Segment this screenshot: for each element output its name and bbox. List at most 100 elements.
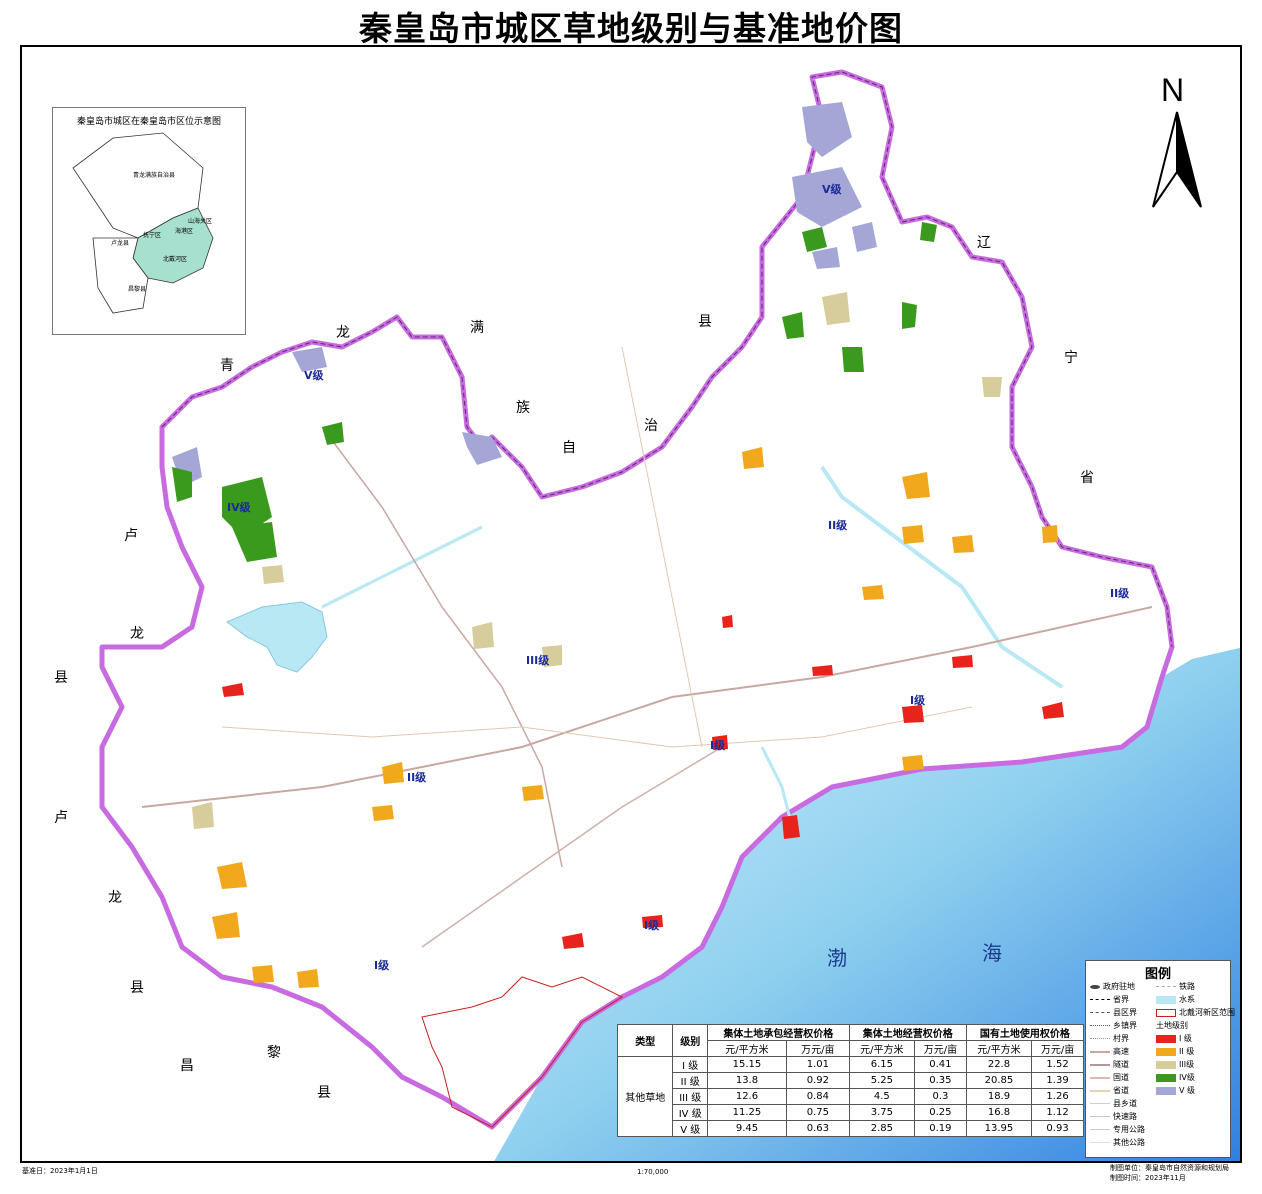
value-cell: 0.25 xyxy=(914,1104,967,1121)
value-cell: 18.9 xyxy=(965,1088,1033,1105)
place-label: 治 xyxy=(644,418,658,434)
place-label: 县 xyxy=(317,1085,331,1101)
value-cell: 1.26 xyxy=(1031,1088,1084,1105)
place-label: 宁 xyxy=(1064,350,1078,366)
inset-label: 海港区 xyxy=(175,228,194,235)
grade-label: III级 xyxy=(526,654,550,667)
place-label: 县 xyxy=(130,980,144,996)
inset-label: 北戴河区 xyxy=(163,256,188,263)
grade-cell: IV 级 xyxy=(672,1104,708,1121)
table-row: IV 级 11.25 0.75 3.75 0.25 16.8 1.12 xyxy=(618,1104,1084,1121)
grade-cell: I 级 xyxy=(672,1056,708,1073)
map-date: 制图时间：2023年11月 xyxy=(1110,1174,1186,1182)
legend-item: 乡镇界 xyxy=(1090,1020,1137,1032)
value-cell: 1.12 xyxy=(1031,1104,1084,1121)
value-cell: 0.19 xyxy=(914,1120,967,1137)
value-cell: 22.8 xyxy=(965,1056,1033,1073)
base-date: 基准日：2023年1月1日 xyxy=(22,1167,98,1175)
place-label: 昌 xyxy=(180,1058,194,1074)
legend-item: III级 xyxy=(1156,1059,1194,1071)
legend-item: 县乡道 xyxy=(1090,1098,1137,1110)
table-row: III 级 12.6 0.84 4.5 0.3 18.9 1.26 xyxy=(618,1088,1084,1105)
value-cell: 1.52 xyxy=(1031,1056,1084,1073)
inset-label: 山海关区 xyxy=(188,218,213,225)
map-frame: 秦皇岛市城区在秦皇岛市区位示意图 青龙满族自治县 抚宁区 海港区 卢龙县 北戴河… xyxy=(20,45,1242,1163)
place-label: 县 xyxy=(54,670,68,686)
grade-label: II级 xyxy=(1110,587,1130,600)
table-row: V 级 9.45 0.63 2.85 0.19 13.95 0.93 xyxy=(618,1120,1084,1137)
place-label: 省 xyxy=(1080,470,1094,486)
unit-header: 万元/亩 xyxy=(1031,1040,1084,1057)
inset-label: 抚宁区 xyxy=(143,232,162,239)
table-header: 集体土地承包经营权价格 xyxy=(706,1024,850,1041)
grade-label: V级 xyxy=(822,183,842,196)
value-cell: 1.39 xyxy=(1031,1072,1084,1089)
unit-header: 元/平方米 xyxy=(848,1040,916,1057)
map-title: 秦皇岛市城区草地级别与基准地价图 xyxy=(359,9,903,48)
map-scale: 1:70,000 xyxy=(637,1168,669,1176)
legend-item: 快速路 xyxy=(1090,1111,1137,1123)
value-cell: 6.15 xyxy=(848,1056,916,1073)
unit-header: 元/平方米 xyxy=(965,1040,1033,1057)
legend-item: 北戴河新区范围 xyxy=(1156,1007,1235,1019)
inset-map-shape xyxy=(72,132,214,314)
place-label: 龙 xyxy=(130,626,144,642)
value-cell: 0.35 xyxy=(914,1072,967,1089)
grade-label: I级 xyxy=(644,919,660,932)
legend-item: 村界 xyxy=(1090,1033,1129,1045)
legend-item: II 级 xyxy=(1156,1046,1194,1058)
grade-cell: V 级 xyxy=(672,1120,708,1137)
grade-label: I级 xyxy=(374,959,390,972)
location-inset-map: 秦皇岛市城区在秦皇岛市区位示意图 青龙满族自治县 抚宁区 海港区 卢龙县 北戴河… xyxy=(52,107,246,335)
legend-item: 专用公路 xyxy=(1090,1124,1145,1136)
legend-item: IV级 xyxy=(1156,1072,1195,1084)
grade-label: II级 xyxy=(407,771,427,784)
place-label: 龙 xyxy=(336,325,350,341)
table-row: 其他草地 I 级 15.15 1.01 6.15 0.41 22.8 1.52 xyxy=(616,1056,1084,1137)
legend-title: 图例 xyxy=(1144,967,1171,982)
inset-label: 昌黎县 xyxy=(128,286,147,293)
legend-item: V 级 xyxy=(1156,1085,1195,1097)
value-cell: 0.75 xyxy=(785,1104,850,1121)
grade-cell: II 级 xyxy=(672,1072,708,1089)
grade-label: V级 xyxy=(304,369,324,382)
legend-item: 政府驻地 xyxy=(1090,981,1135,993)
sea-label: 海 xyxy=(982,941,1002,965)
table-header: 级别 xyxy=(672,1024,708,1057)
unit-header: 万元/亩 xyxy=(785,1040,850,1057)
value-cell: 20.85 xyxy=(965,1072,1033,1089)
legend-item: 水系 xyxy=(1156,994,1195,1006)
value-cell: 9.45 xyxy=(706,1120,787,1137)
inset-label: 卢龙县 xyxy=(111,240,130,247)
grade-label: I级 xyxy=(710,739,726,752)
grade-cell: III 级 xyxy=(672,1088,708,1105)
north-arrow-icon xyxy=(1152,111,1202,208)
value-cell: 12.6 xyxy=(706,1088,787,1105)
grade-label: I级 xyxy=(910,694,926,707)
value-cell: 0.84 xyxy=(785,1088,850,1105)
legend-item: 省道 xyxy=(1090,1085,1129,1097)
value-cell: 4.5 xyxy=(848,1088,916,1105)
value-cell: 13.95 xyxy=(965,1120,1033,1137)
value-cell: 15.15 xyxy=(706,1056,787,1073)
legend-item: 其他公路 xyxy=(1090,1137,1145,1149)
place-label: 青 xyxy=(220,358,234,374)
map-legend: 图例 政府驻地 省界 县区界 乡镇界 村界 高速 隧道 国道 省道 县乡道 快速… xyxy=(1085,960,1235,1158)
place-label: 自 xyxy=(562,440,576,456)
value-cell: 16.8 xyxy=(965,1104,1033,1121)
inset-label: 青龙满族自治县 xyxy=(133,172,176,179)
table-row: II 级 13.8 0.92 5.25 0.35 20.85 1.39 xyxy=(618,1072,1084,1089)
place-label: 辽 xyxy=(977,235,991,251)
place-label: 满 xyxy=(470,320,484,336)
grade-label: IV级 xyxy=(227,501,251,514)
legend-item: 土地级别 xyxy=(1156,1021,1188,1030)
price-table: 类型 级别 集体土地承包经营权价格 集体土地经营权价格 国有土地使用权价格 元/… xyxy=(616,1024,1085,1137)
place-label: 县 xyxy=(698,314,712,330)
table-header: 集体土地经营权价格 xyxy=(848,1024,967,1041)
value-cell: 0.92 xyxy=(785,1072,850,1089)
unit-header: 元/平方米 xyxy=(706,1040,787,1057)
sea-label: 渤 xyxy=(827,946,847,970)
value-cell: 1.01 xyxy=(785,1056,850,1073)
value-cell: 0.41 xyxy=(914,1056,967,1073)
place-label: 族 xyxy=(516,400,530,416)
